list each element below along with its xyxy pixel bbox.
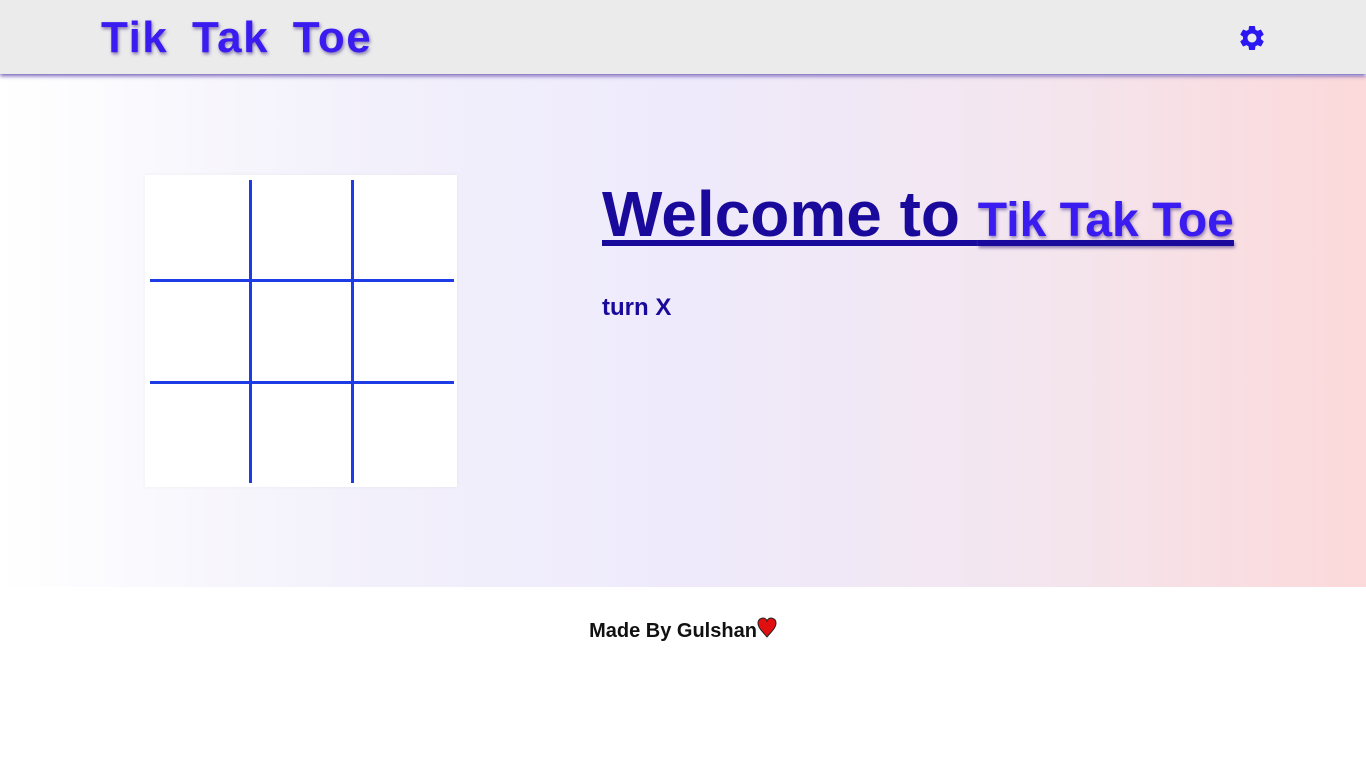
navbar: Tik Tak Toe	[0, 0, 1366, 74]
board-cell-3[interactable]	[354, 180, 454, 280]
gear-icon[interactable]	[1237, 23, 1267, 53]
board-cell-4[interactable]	[150, 282, 250, 382]
board-cell-2[interactable]	[252, 180, 352, 280]
board-cell-5[interactable]	[252, 282, 352, 382]
board-cell-6[interactable]	[354, 282, 454, 382]
welcome-game-name: Tik Tak Toe	[977, 194, 1234, 247]
grid-line-horizontal	[150, 381, 454, 384]
footer: Made By Gulshan	[0, 617, 1366, 643]
heart-icon	[757, 617, 777, 639]
grid-line-vertical	[249, 180, 252, 483]
grid-line-horizontal	[150, 279, 454, 282]
board-cell-9[interactable]	[354, 384, 454, 484]
board-cell-8[interactable]	[252, 384, 352, 484]
board-cell-7[interactable]	[150, 384, 250, 484]
game-board	[145, 175, 457, 487]
welcome-prefix: Welcome to	[602, 178, 978, 250]
grid-line-vertical	[351, 180, 354, 483]
board-cell-1[interactable]	[150, 180, 250, 280]
main-area: Welcome to Tik Tak Toe turn X	[0, 76, 1366, 587]
turn-indicator: turn X	[602, 294, 672, 321]
brand-title[interactable]: Tik Tak Toe	[101, 12, 372, 64]
footer-credit: Made By Gulshan	[589, 620, 757, 642]
welcome-heading: Welcome to Tik Tak Toe	[602, 178, 1234, 257]
